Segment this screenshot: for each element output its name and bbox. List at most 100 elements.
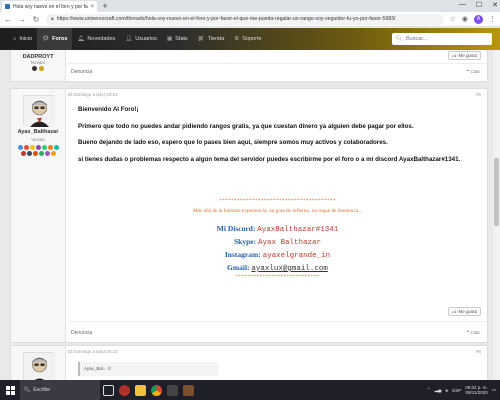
badge-icon bbox=[51, 151, 56, 156]
chrome-icon[interactable] bbox=[148, 380, 164, 400]
post-number[interactable]: #6 bbox=[476, 349, 481, 354]
tab-close-icon[interactable]: × bbox=[90, 4, 94, 10]
signature-instagram: Instagram: ayaxelgrande_in bbox=[78, 250, 477, 260]
taskbar-clock[interactable]: 09:02 p. m. 09/11/2020 bbox=[465, 385, 488, 396]
start-button[interactable] bbox=[0, 380, 20, 400]
badge-icon bbox=[30, 145, 35, 150]
quote-label: Citar bbox=[470, 68, 480, 74]
like-button[interactable]: 👍︎ Me gusta bbox=[447, 307, 481, 316]
badge-icon bbox=[39, 66, 44, 71]
signature-gmail: Gmail: ayaxlux@gmail.com bbox=[78, 263, 477, 273]
badge-icon bbox=[24, 145, 29, 150]
like-button[interactable]: 👍︎ Me gusta bbox=[447, 51, 481, 60]
author-title: Novato bbox=[30, 60, 46, 65]
minecraft-icon[interactable] bbox=[180, 380, 196, 400]
author-name[interactable]: Ayax_Balthazar bbox=[11, 129, 65, 135]
nav-label: Inicio bbox=[19, 36, 33, 42]
home-icon: ⌂ bbox=[13, 36, 17, 42]
menu-icon[interactable]: ⋮ bbox=[489, 15, 496, 23]
taskview-icon[interactable] bbox=[100, 380, 116, 400]
signature-stars: **************************** bbox=[235, 275, 320, 280]
chevron-up-icon[interactable]: ⌃ bbox=[427, 387, 431, 393]
skype-value: Ayax Balthazar bbox=[257, 239, 321, 247]
post-number[interactable]: #5 bbox=[476, 92, 481, 97]
scrollbar-thumb[interactable] bbox=[494, 158, 499, 226]
nav-foros[interactable]: 💬︎ Foros bbox=[37, 28, 73, 50]
quote-button[interactable]: ❝ Citar bbox=[467, 330, 484, 336]
taskbar-search[interactable]: 🔍︎ Escribe bbox=[20, 380, 100, 400]
post-author-panel: DADPROYT Novato bbox=[11, 50, 66, 81]
post-paragraph: Bienvenido Al Foro!¡ bbox=[78, 106, 139, 113]
discord-value: AyaxBalthazar#1341 bbox=[257, 226, 339, 234]
search-input[interactable] bbox=[405, 36, 486, 42]
nav-stats[interactable]: ▦ Stats bbox=[162, 28, 193, 50]
app-dark-icon[interactable] bbox=[164, 380, 180, 400]
nav-soporte[interactable]: ⚙ Soporte bbox=[229, 28, 266, 50]
extension-icon[interactable]: ◉ bbox=[462, 15, 468, 23]
browser-tab[interactable]: Hola soy nuevo en el foro y por fa... × bbox=[2, 1, 97, 12]
instagram-value: ayaxelgrande_in bbox=[262, 252, 331, 260]
nav-label: Tienda bbox=[207, 36, 225, 42]
avatar[interactable] bbox=[23, 352, 55, 380]
report-link[interactable]: Denuncia bbox=[71, 330, 92, 336]
nav-label: Usuarios bbox=[135, 36, 157, 42]
language-indicator[interactable]: ESP bbox=[452, 388, 461, 393]
file-explorer-icon[interactable] bbox=[132, 380, 148, 400]
gmail-link[interactable]: ayaxlux@gmail.com bbox=[251, 265, 328, 273]
app-red-icon[interactable] bbox=[116, 380, 132, 400]
badge-icon bbox=[39, 151, 44, 156]
badge-icon bbox=[32, 66, 37, 71]
star-icon[interactable]: ☆ bbox=[450, 15, 456, 23]
post-footer: Denuncia ❝ Citar bbox=[68, 63, 487, 79]
badge-icon bbox=[27, 151, 32, 156]
clock-date: 09/11/2020 bbox=[465, 390, 488, 395]
stats-icon: ▦ bbox=[166, 36, 173, 42]
badge-icon bbox=[36, 145, 41, 150]
chat-icon: 💬︎ bbox=[42, 36, 50, 42]
volume-icon[interactable]: 🔊︎ bbox=[445, 388, 448, 393]
author-badges bbox=[17, 145, 60, 156]
tab-title: Hola soy nuevo en el foro y por fa... bbox=[13, 3, 89, 10]
url-text: https://www.universocraft.com/threads/ho… bbox=[56, 16, 396, 22]
minimize-icon[interactable]: — bbox=[459, 1, 466, 9]
url-bar[interactable]: 🔒︎ https://www.universocraft.com/threads… bbox=[46, 13, 444, 25]
lifebuoy-icon: ⚙ bbox=[234, 36, 240, 42]
network-icon[interactable]: ▂▄ bbox=[435, 387, 442, 393]
avatar[interactable] bbox=[23, 95, 55, 127]
badge-icon bbox=[48, 145, 53, 150]
post-next: El Domingo a la(s) 04:21 #6 Ayax_Bal... … bbox=[10, 345, 488, 380]
post-timestamp[interactable]: El Domingo a la(s) 04:21 bbox=[68, 92, 118, 97]
thumbs-up-icon: 👍︎ bbox=[451, 308, 457, 314]
notifications-icon[interactable]: ▭ bbox=[492, 387, 496, 393]
report-link[interactable]: Denuncia bbox=[71, 69, 92, 75]
nav-usuarios[interactable]: 👤︎ Usuarios bbox=[120, 28, 162, 50]
post-paragraph: si tienes dudas o problemas respecto a a… bbox=[78, 156, 461, 164]
site-search[interactable]: 🔍︎ bbox=[392, 33, 492, 45]
badge-icon bbox=[45, 151, 50, 156]
post-timestamp[interactable]: El Domingo a la(s) 04:21 bbox=[68, 349, 118, 354]
close-window-icon[interactable]: ✕ bbox=[492, 1, 498, 9]
address-bar-row: ← → ↻ 🔒︎ https://www.universocraft.com/t… bbox=[0, 12, 500, 27]
reload-icon[interactable]: ↻ bbox=[32, 15, 40, 24]
quote-button[interactable]: ❝ Citar bbox=[467, 69, 484, 75]
signature-stars: *************************************** bbox=[219, 199, 336, 204]
gmail-label: Gmail: bbox=[227, 263, 250, 272]
quote-block: Ayax_Bal... © bbox=[78, 362, 218, 376]
thread-content: DADPROYT Novato 👍︎ Me gusta Denuncia ❝ Ci… bbox=[0, 50, 493, 380]
signature: *************************************** … bbox=[78, 199, 477, 280]
nav-inicio[interactable]: ⌂ Inicio bbox=[8, 28, 37, 50]
nav-tienda[interactable]: 🛒︎ Tienda bbox=[193, 28, 230, 50]
bell-icon: 🔔︎ bbox=[77, 36, 85, 42]
nav-label: Soporte bbox=[242, 36, 262, 42]
quote-author[interactable]: Ayax_Bal... © bbox=[84, 366, 111, 371]
back-icon[interactable]: ← bbox=[4, 15, 12, 24]
post-body: Bienvenido Al Foro!¡ Primero que todo no… bbox=[78, 106, 477, 171]
skype-label: Skype: bbox=[234, 237, 257, 246]
author-badges bbox=[11, 66, 65, 71]
forward-icon[interactable]: → bbox=[18, 15, 26, 24]
maximize-icon[interactable]: ☐ bbox=[476, 1, 482, 9]
new-tab-button[interactable]: + bbox=[100, 1, 110, 11]
profile-avatar[interactable]: A bbox=[474, 14, 483, 24]
search-icon: 🔍︎ bbox=[396, 36, 403, 42]
nav-novedades[interactable]: 🔔︎ Novedades bbox=[72, 28, 120, 50]
